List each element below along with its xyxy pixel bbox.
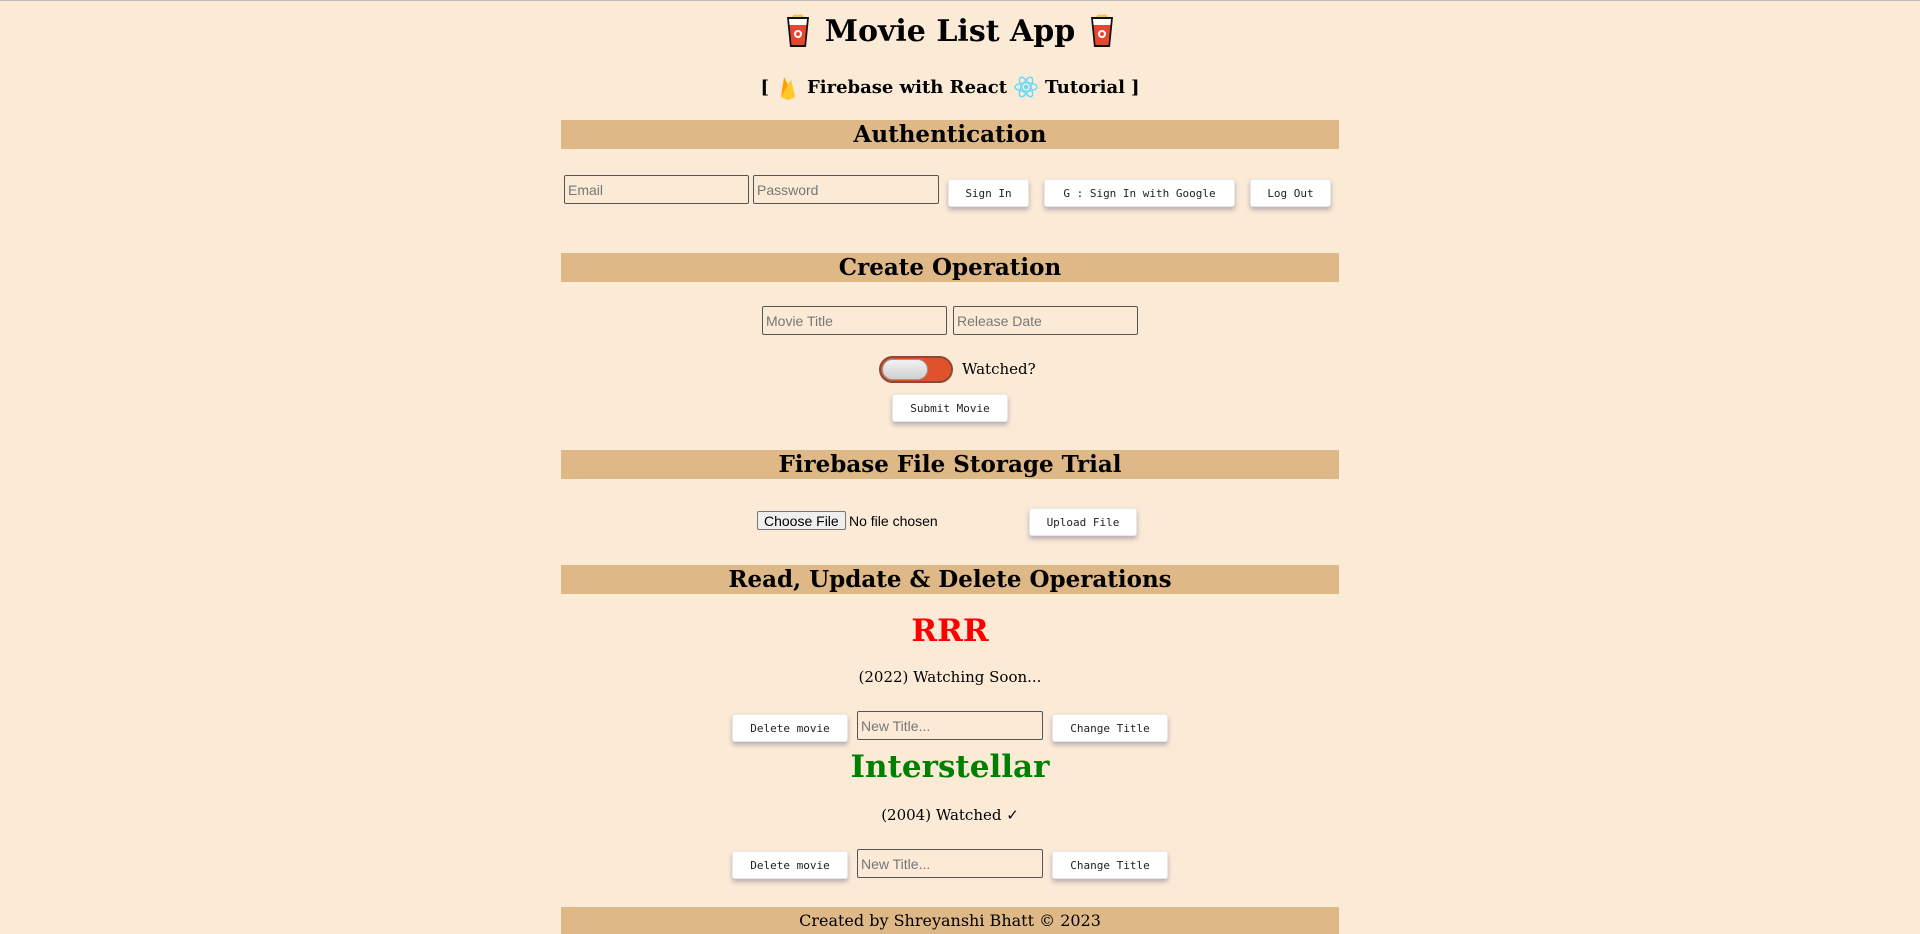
subtitle-bracket-open: [ [760, 76, 769, 98]
choose-file-button[interactable]: Choose File [757, 511, 846, 530]
google-sign-in-button[interactable]: G : Sign In with Google [1044, 179, 1235, 207]
movie-meta: (2004) Watched ✓ [881, 806, 1019, 824]
subtitle-part2: Tutorial [1045, 76, 1125, 98]
app-subtitle: [ Firebase with React Tutorial ] [561, 72, 1339, 102]
movie-title: Interstellar [850, 749, 1050, 785]
watched-toggle[interactable] [879, 356, 953, 383]
subtitle-part1: Firebase with React [807, 76, 1008, 98]
popcorn-icon [786, 14, 809, 47]
subtitle-bracket-close: ] [1131, 76, 1140, 98]
log-out-button[interactable]: Log Out [1250, 179, 1331, 207]
react-icon [1014, 76, 1038, 98]
file-status-text: No file chosen [849, 513, 938, 529]
movie-title: RRR [911, 613, 989, 649]
release-date-field[interactable] [953, 306, 1138, 335]
footer: Created by Shreyanshi Bhatt © 2023 [561, 907, 1339, 934]
delete-movie-button[interactable]: Delete movie [732, 714, 848, 742]
rud-heading: Read, Update & Delete Operations [561, 565, 1339, 594]
watched-toggle-knob [882, 359, 928, 380]
storage-heading: Firebase File Storage Trial [561, 450, 1339, 479]
auth-heading: Authentication [561, 120, 1339, 149]
email-field[interactable] [564, 175, 749, 204]
app-title-text: Movie List App [824, 13, 1076, 49]
new-title-field[interactable] [857, 849, 1043, 878]
top-border [0, 0, 1920, 1]
popcorn-icon [1091, 14, 1114, 47]
upload-file-button[interactable]: Upload File [1029, 508, 1137, 536]
change-title-button[interactable]: Change Title [1052, 714, 1168, 742]
change-title-button[interactable]: Change Title [1052, 851, 1168, 879]
watched-label: Watched? [962, 360, 1036, 378]
delete-movie-button[interactable]: Delete movie [732, 851, 848, 879]
footer-text: Created by Shreyanshi Bhatt © 2023 [799, 911, 1101, 930]
password-field[interactable] [753, 175, 939, 204]
app-title: Movie List App [561, 8, 1339, 54]
create-heading: Create Operation [561, 253, 1339, 282]
submit-movie-button[interactable]: Submit Movie [892, 394, 1008, 422]
firebase-icon [781, 77, 795, 100]
sign-in-button[interactable]: Sign In [948, 179, 1029, 207]
movie-title-field[interactable] [762, 306, 947, 335]
movie-meta: (2022) Watching Soon... [858, 668, 1042, 686]
new-title-field[interactable] [857, 711, 1043, 740]
